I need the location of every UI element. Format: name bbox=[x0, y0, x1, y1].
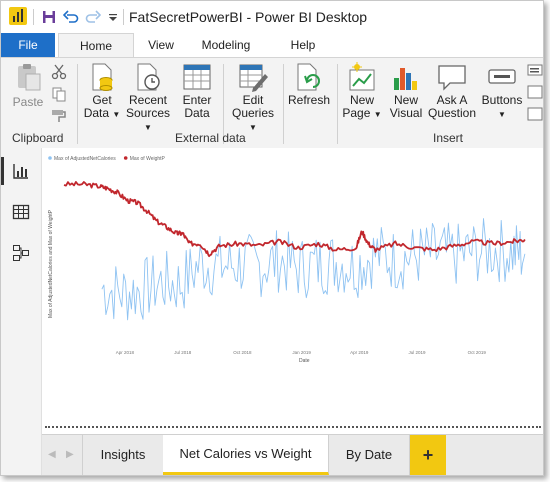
customize-caret-icon[interactable] bbox=[103, 7, 123, 27]
buttons-button[interactable]: Buttons ▼ bbox=[479, 62, 525, 121]
prev-page-icon[interactable]: ◀ bbox=[48, 449, 56, 460]
new-page-button[interactable]: New Page ▼ bbox=[341, 62, 383, 121]
get-data-button[interactable]: Get Data ▼ bbox=[83, 62, 121, 121]
page-tab-net-calories-vs-weight[interactable]: Net Calories vs Weight bbox=[163, 435, 329, 475]
report-view-icon[interactable] bbox=[9, 159, 33, 183]
legend-marker bbox=[48, 156, 52, 160]
tab-view[interactable]: View bbox=[141, 33, 181, 57]
title-bar: FatSecretPowerBI - Power BI Desktop bbox=[1, 1, 543, 33]
legend-marker bbox=[123, 156, 128, 160]
enter-data-icon bbox=[181, 62, 213, 90]
ask-a-question-label-2: Question bbox=[427, 106, 477, 120]
app-window: FatSecretPowerBI - Power BI Desktop File… bbox=[0, 0, 544, 476]
edit-queries-icon bbox=[237, 62, 269, 92]
group-separator bbox=[283, 64, 284, 144]
group-separator bbox=[337, 64, 338, 144]
dropdown-caret-icon: ▼ bbox=[144, 123, 152, 132]
powerbi-logo-icon bbox=[9, 7, 27, 25]
paste-label: Paste bbox=[12, 95, 44, 109]
more-insert-icons[interactable] bbox=[527, 62, 543, 128]
ask-a-question-button[interactable]: Ask A Question bbox=[427, 62, 477, 120]
new-visual-icon bbox=[390, 62, 422, 90]
view-switcher bbox=[1, 148, 42, 475]
y-axis-label: Max of AdjustedNetCalories and Max of We… bbox=[48, 209, 54, 318]
page-tabs-bar: ◀ ▶ Insights Net Calories vs Weight By D… bbox=[42, 434, 543, 475]
copy-icon[interactable] bbox=[51, 86, 69, 102]
recent-sources-icon bbox=[132, 62, 164, 91]
dropdown-caret-icon: ▼ bbox=[249, 123, 257, 132]
ribbon-tabs: File Home View Modeling Help bbox=[1, 33, 543, 59]
x-tick-label: Jul 2018 bbox=[174, 350, 192, 355]
refresh-label: Refresh bbox=[287, 93, 331, 107]
next-page-icon[interactable]: ▶ bbox=[66, 449, 74, 460]
undo-icon[interactable] bbox=[61, 7, 81, 27]
add-page-button[interactable]: + bbox=[410, 435, 446, 475]
new-visual-label-2: Visual bbox=[389, 106, 423, 120]
page-tab-insights[interactable]: Insights bbox=[82, 435, 164, 475]
get-data-label-2: Data bbox=[83, 106, 110, 120]
x-tick-label: Apr 2018 bbox=[116, 350, 135, 355]
ask-a-question-icon bbox=[436, 62, 468, 91]
enter-data-label-2: Data bbox=[184, 106, 210, 120]
active-view-indicator bbox=[1, 157, 4, 185]
tab-modeling[interactable]: Modeling bbox=[193, 33, 259, 57]
get-data-icon bbox=[86, 62, 118, 91]
window-title: FatSecretPowerBI - Power BI Desktop bbox=[129, 9, 368, 25]
line-chart[interactable]: Max of AdjustedNetCalories Max of WeightP… bbox=[42, 148, 543, 378]
external-data-group-label: External data bbox=[175, 131, 246, 145]
group-separator bbox=[77, 64, 78, 144]
x-axis-label: Date bbox=[299, 358, 310, 364]
insert-group-label: Insert bbox=[433, 131, 464, 145]
new-page-label-2: Page bbox=[342, 106, 371, 120]
page-tab-by-date[interactable]: By Date bbox=[329, 435, 410, 475]
data-view-icon[interactable] bbox=[9, 200, 33, 224]
format-painter-icon[interactable] bbox=[51, 108, 69, 124]
title-separator bbox=[33, 9, 34, 25]
report-canvas: Max of AdjustedNetCalories Max of WeightP… bbox=[42, 148, 543, 428]
legend-item[interactable]: Max of WeightP bbox=[130, 156, 166, 162]
buttons-label: Buttons bbox=[481, 93, 523, 107]
series-line-max-of-weightp[interactable] bbox=[63, 181, 526, 258]
recent-sources-button[interactable]: Recent Sources ▼ bbox=[125, 62, 171, 134]
x-tick-label: Jan 2019 bbox=[292, 350, 311, 355]
tab-help[interactable]: Help bbox=[283, 33, 323, 57]
edit-queries-label-2: Queries bbox=[231, 106, 275, 120]
paste-button[interactable]: Paste bbox=[9, 62, 47, 109]
save-icon[interactable] bbox=[39, 7, 59, 27]
canvas-border bbox=[45, 426, 541, 428]
new-visual-button[interactable]: New Visual bbox=[387, 62, 425, 120]
redo-icon[interactable] bbox=[83, 7, 103, 27]
x-tick-label: Oct 2018 bbox=[233, 350, 252, 355]
paste-icon bbox=[12, 62, 44, 91]
ribbon: Paste Clipboard Get Data ▼ Recent Source… bbox=[1, 57, 543, 149]
dropdown-caret-icon: ▼ bbox=[112, 110, 121, 119]
tab-file[interactable]: File bbox=[1, 33, 55, 57]
new-page-icon bbox=[346, 62, 378, 91]
dropdown-caret-icon: ▼ bbox=[373, 110, 382, 119]
series-line-max-of-adjustednetcalories[interactable] bbox=[101, 218, 526, 321]
edit-queries-button[interactable]: Edit Queries ▼ bbox=[227, 62, 279, 134]
title-separator bbox=[123, 9, 124, 25]
legend-item[interactable]: Max of AdjustedNetCalories bbox=[54, 156, 116, 162]
x-tick-label: Oct 2019 bbox=[468, 350, 487, 355]
x-tick-label: Apr 2019 bbox=[350, 350, 369, 355]
enter-data-button[interactable]: Enter Data bbox=[179, 62, 215, 120]
tab-home[interactable]: Home bbox=[58, 33, 134, 59]
cut-icon[interactable] bbox=[51, 64, 69, 80]
dropdown-caret-icon: ▼ bbox=[498, 110, 506, 119]
refresh-icon bbox=[293, 62, 325, 91]
clipboard-group-label: Clipboard bbox=[12, 131, 64, 145]
buttons-icon bbox=[486, 62, 518, 90]
model-view-icon[interactable] bbox=[9, 241, 33, 265]
refresh-button[interactable]: Refresh bbox=[285, 62, 333, 107]
recent-sources-label-2: Sources bbox=[125, 106, 171, 120]
x-tick-label: Jul 2019 bbox=[409, 350, 427, 355]
